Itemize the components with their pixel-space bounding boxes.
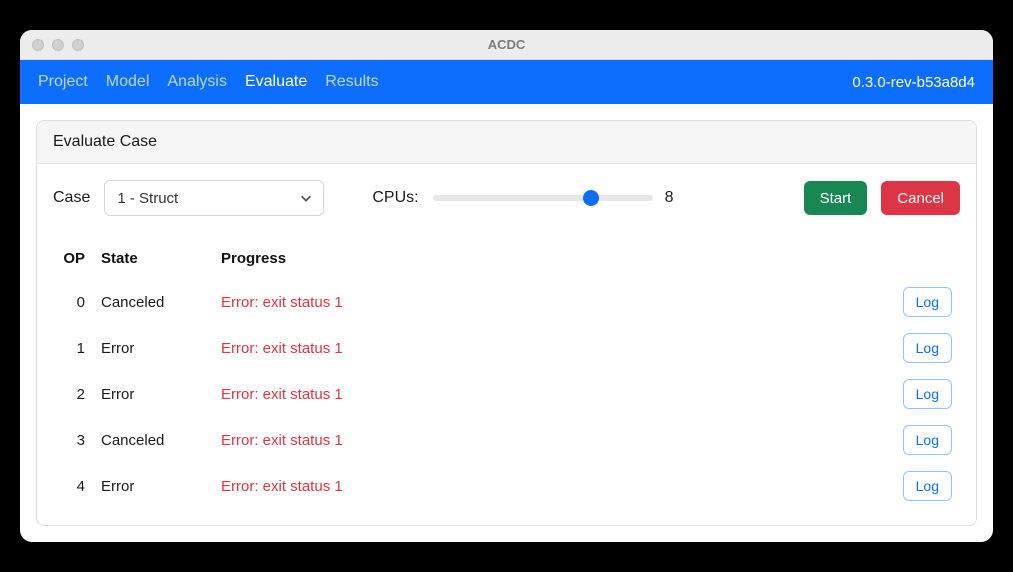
cell-progress: Error: exit status 1 xyxy=(213,371,895,417)
cell-state: Error xyxy=(93,325,213,371)
top-navbar: Project Model Analysis Evaluate Results … xyxy=(20,60,993,104)
window-title: ACDC xyxy=(20,37,993,52)
cell-op: 3 xyxy=(53,417,93,463)
cpus-slider-wrap: 8 xyxy=(433,189,674,207)
cpus-slider-thumb[interactable] xyxy=(583,190,599,206)
cpus-value: 8 xyxy=(665,189,674,207)
chevron-down-icon xyxy=(299,191,313,205)
log-button[interactable]: Log xyxy=(903,471,952,501)
evaluate-case-panel: Evaluate Case Case 1 - Struct CPUs: 8 xyxy=(36,120,977,526)
cell-progress: Error: exit status 1 xyxy=(213,325,895,371)
nav-evaluate[interactable]: Evaluate xyxy=(245,73,307,91)
log-button[interactable]: Log xyxy=(903,425,952,455)
cell-state: Canceled xyxy=(93,417,213,463)
version-label: 0.3.0-rev-b53a8d4 xyxy=(852,74,975,91)
app-window: ACDC Project Model Analysis Evaluate Res… xyxy=(20,30,993,542)
content-area: Evaluate Case Case 1 - Struct CPUs: 8 xyxy=(20,104,993,542)
nav-model[interactable]: Model xyxy=(106,73,150,91)
table-row: 3 Canceled Error: exit status 1 Log xyxy=(53,417,960,463)
titlebar: ACDC xyxy=(20,30,993,60)
log-button[interactable]: Log xyxy=(903,333,952,363)
log-button[interactable]: Log xyxy=(903,287,952,317)
cpus-slider-track xyxy=(433,195,591,201)
results-table: OP State Progress 0 Canceled Error: exit… xyxy=(53,244,960,509)
nav-analysis[interactable]: Analysis xyxy=(167,73,227,91)
nav-results[interactable]: Results xyxy=(325,73,378,91)
log-button[interactable]: Log xyxy=(903,379,952,409)
panel-title: Evaluate Case xyxy=(37,121,976,164)
nav-items: Project Model Analysis Evaluate Results xyxy=(38,73,379,91)
cell-state: Error xyxy=(93,463,213,509)
th-logs xyxy=(895,244,960,279)
controls-row: Case 1 - Struct CPUs: 8 Start xyxy=(53,180,960,216)
cell-op: 2 xyxy=(53,371,93,417)
cell-progress: Error: exit status 1 xyxy=(213,417,895,463)
cell-op: 4 xyxy=(53,463,93,509)
start-button[interactable]: Start xyxy=(804,181,868,215)
nav-project[interactable]: Project xyxy=(38,73,88,91)
case-select[interactable]: 1 - Struct xyxy=(104,180,324,216)
cell-state: Error xyxy=(93,371,213,417)
table-row: 2 Error Error: exit status 1 Log xyxy=(53,371,960,417)
cell-op: 0 xyxy=(53,279,93,325)
cell-progress: Error: exit status 1 xyxy=(213,279,895,325)
cell-progress: Error: exit status 1 xyxy=(213,463,895,509)
table-row: 0 Canceled Error: exit status 1 Log xyxy=(53,279,960,325)
cell-state: Canceled xyxy=(93,279,213,325)
th-op: OP xyxy=(53,244,93,279)
case-label: Case xyxy=(53,189,90,207)
table-row: 4 Error Error: exit status 1 Log xyxy=(53,463,960,509)
table-row: 1 Error Error: exit status 1 Log xyxy=(53,325,960,371)
cpus-label: CPUs: xyxy=(372,189,418,207)
cancel-button[interactable]: Cancel xyxy=(881,181,960,215)
cpus-slider[interactable] xyxy=(433,195,653,201)
th-progress: Progress xyxy=(213,244,895,279)
case-select-value: 1 - Struct xyxy=(117,190,289,207)
results-table-wrap: OP State Progress 0 Canceled Error: exit… xyxy=(53,244,960,509)
cell-op: 1 xyxy=(53,325,93,371)
th-state: State xyxy=(93,244,213,279)
